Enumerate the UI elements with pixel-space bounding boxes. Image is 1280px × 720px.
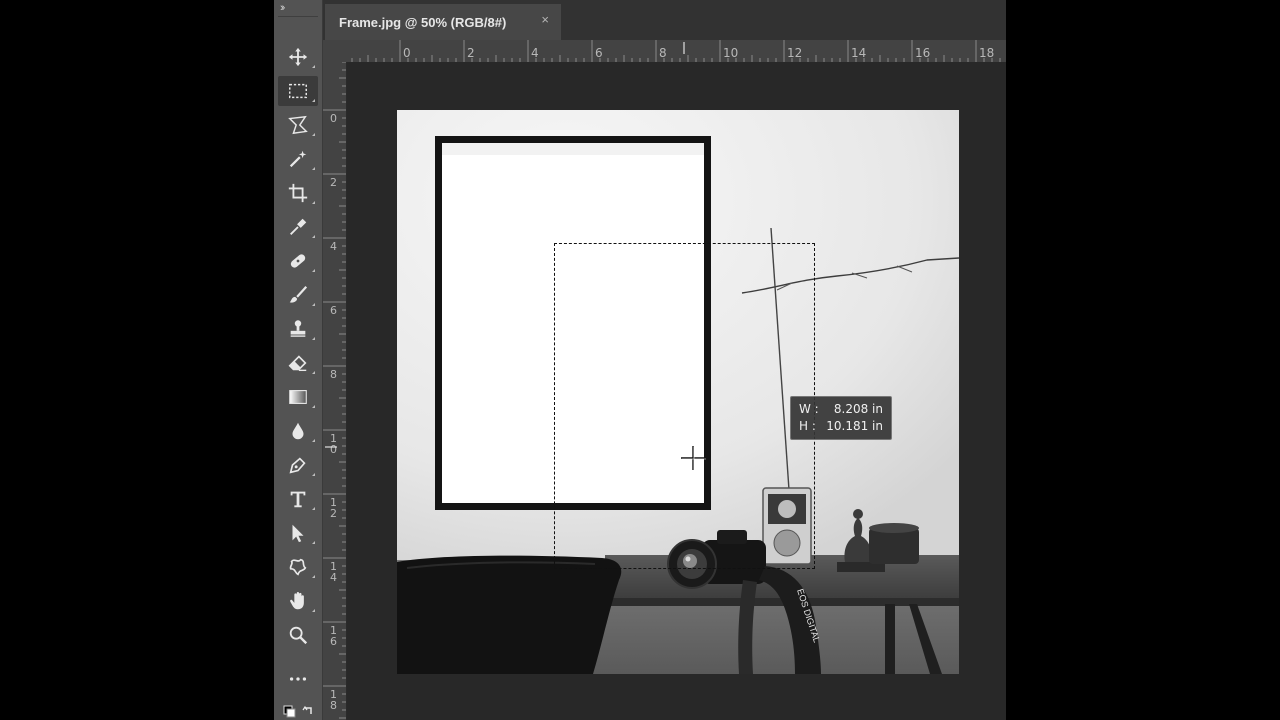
magic-wand-tool[interactable] <box>278 144 318 174</box>
ruler-label: 10 <box>723 46 738 60</box>
ruler-label: 4 <box>330 571 337 584</box>
pen-tool[interactable] <box>278 450 318 480</box>
type-tool[interactable] <box>278 484 318 514</box>
magic-wand-icon <box>289 150 307 168</box>
move-icon <box>288 47 308 67</box>
ruler-label: 6 <box>330 635 337 648</box>
ruler-label: 4 <box>330 240 337 253</box>
zoom-icon <box>289 626 308 645</box>
gradient-tool[interactable] <box>278 382 318 412</box>
more-icon <box>289 677 307 681</box>
panel-collapse-icon[interactable]: ›› <box>280 2 286 14</box>
path-selection-tool[interactable] <box>278 518 318 548</box>
ruler-label: 8 <box>330 699 337 712</box>
panel-divider <box>278 16 318 17</box>
eraser-icon <box>288 355 307 372</box>
photoshop-window: ›› Frame.jpg @ 50% (RGB/8#) × 0 2 4 6 8 … <box>274 0 1006 720</box>
edit-toolbar-button[interactable] <box>278 664 318 694</box>
height-label: H : <box>799 419 816 433</box>
hand-icon <box>290 592 304 610</box>
arrow-icon <box>292 524 304 543</box>
ruler-label: 8 <box>330 368 337 381</box>
ruler-label: 2 <box>330 176 337 189</box>
blur-tool[interactable] <box>278 416 318 446</box>
ruler-label: 0 <box>330 112 337 125</box>
ruler-label: 6 <box>595 46 603 60</box>
marquee-selection[interactable] <box>554 243 815 569</box>
ruler-label: 16 <box>915 46 930 60</box>
ruler-label: 14 <box>851 46 866 60</box>
horizontal-ruler-ticks: 0 2 4 6 8 10 12 14 16 18 <box>351 40 1001 62</box>
ruler-label: 2 <box>330 507 337 520</box>
hand-tool[interactable] <box>278 586 318 616</box>
ruler-label: 0 <box>330 443 337 456</box>
stamp-icon <box>290 320 306 337</box>
healing-brush-tool[interactable] <box>278 246 318 276</box>
bandage-icon <box>290 254 306 268</box>
brush-tool[interactable] <box>278 280 318 310</box>
ruler-label: 2 <box>467 46 475 60</box>
eyedropper-tool[interactable] <box>278 212 318 242</box>
shape-icon <box>289 558 307 576</box>
jar <box>869 523 919 564</box>
close-icon[interactable]: × <box>541 12 549 27</box>
vertical-ruler-ticks: 024681012141618 <box>323 62 346 719</box>
height-value: 10.181 in <box>826 419 883 433</box>
gradient-icon <box>289 390 307 404</box>
document-tab[interactable]: Frame.jpg @ 50% (RGB/8#) × <box>325 4 561 40</box>
custom-shape-tool[interactable] <box>278 552 318 582</box>
ruler-label: 12 <box>787 46 802 60</box>
vertical-ruler[interactable]: 024681012141618 <box>323 62 347 720</box>
ruler-label: 0 <box>403 46 411 60</box>
tools-panel: ›› <box>274 0 323 720</box>
ruler-origin[interactable] <box>323 40 346 62</box>
document-tab-title: Frame.jpg @ 50% (RGB/8#) <box>339 14 507 30</box>
lasso-icon <box>288 115 308 135</box>
chair <box>397 555 622 674</box>
eraser-tool[interactable] <box>278 348 318 378</box>
rectangular-marquee-tool[interactable] <box>278 76 318 106</box>
width-label: W : <box>799 402 819 416</box>
width-value: 8.208 in <box>833 402 883 416</box>
move-tool[interactable] <box>278 42 318 72</box>
selection-size-tooltip: W : 8.208 in H : 10.181 in <box>790 396 892 440</box>
canvas-area[interactable]: EOS DIGITAL W : 8.208 in H : 10.181 in <box>347 62 1006 720</box>
brush-icon <box>289 286 308 303</box>
type-icon <box>290 491 306 508</box>
ruler-label: 8 <box>659 46 667 60</box>
color-swatches[interactable] <box>278 702 318 720</box>
marquee-icon <box>289 83 307 99</box>
crop-tool[interactable] <box>278 178 318 208</box>
ruler-label: 6 <box>330 304 337 317</box>
pen-icon <box>289 457 306 474</box>
ruler-label: 4 <box>531 46 539 60</box>
polygonal-lasso-tool[interactable] <box>278 110 318 140</box>
crosshair-cursor-icon <box>681 446 706 471</box>
drop-icon <box>292 422 304 440</box>
crop-icon <box>288 183 308 203</box>
document-image[interactable]: EOS DIGITAL <box>397 110 959 674</box>
zoom-tool[interactable] <box>278 620 318 650</box>
ruler-label: 18 <box>979 46 994 60</box>
document-tab-bar: Frame.jpg @ 50% (RGB/8#) × <box>323 0 1006 40</box>
clone-stamp-tool[interactable] <box>278 314 318 344</box>
eyedropper-icon <box>290 218 307 235</box>
horizontal-ruler[interactable]: 0 2 4 6 8 10 12 14 16 18 <box>346 40 1006 63</box>
